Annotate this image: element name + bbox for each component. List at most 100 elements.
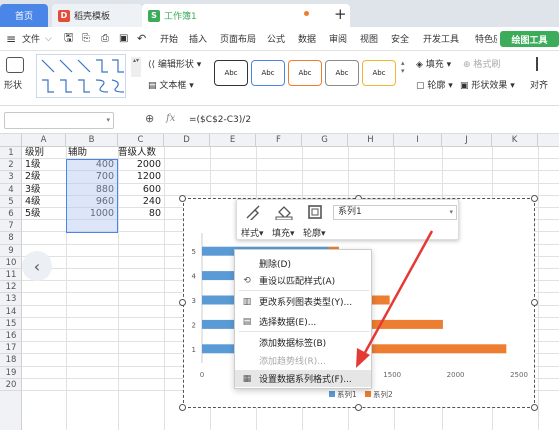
shape-effect-button[interactable]: ▣ 形状效果 ▾ (460, 78, 515, 91)
chevron-down-icon[interactable]: ▾ (106, 116, 110, 124)
fill-bucket-icon[interactable] (275, 204, 293, 220)
fill-button-popup[interactable]: 填充▾ (272, 226, 295, 239)
context-menu-item[interactable]: ▦ 设置数据系列格式(F)... (235, 370, 371, 387)
col-header-c[interactable]: C (118, 134, 164, 147)
menu-start[interactable]: 开始 (160, 32, 178, 45)
line-shapes-gallery[interactable] (36, 54, 126, 98)
shape-label[interactable]: 形状 (4, 78, 22, 91)
cell-header[interactable]: 级别 (25, 147, 65, 159)
resize-handle-b[interactable] (355, 404, 362, 411)
cell[interactable]: 4级 (25, 196, 65, 208)
export-icon[interactable]: ⎘ (82, 33, 90, 44)
col-header-j[interactable]: J (442, 134, 492, 147)
tab-template[interactable]: D 稻壳模板 (52, 4, 142, 27)
style-preset-1[interactable]: Abc (214, 60, 248, 86)
row-header-15[interactable]: 15 (0, 318, 22, 330)
save-icon[interactable]: 🖫 (64, 29, 73, 48)
style-button[interactable]: 样式▾ (241, 226, 264, 239)
row-header-10[interactable]: 10 (0, 257, 22, 269)
menu-review[interactable]: 审阅 (329, 32, 347, 45)
file-menu[interactable]: 文件 (22, 32, 40, 45)
row-header-3[interactable]: 3 (0, 171, 22, 184)
cell[interactable]: 80 (118, 208, 161, 220)
selected-range[interactable] (66, 159, 118, 233)
cell-header[interactable]: 辅助 (68, 147, 115, 159)
row-header-9[interactable]: 9 (0, 245, 22, 257)
name-box[interactable]: ▾ (4, 112, 114, 129)
col-header-a[interactable]: A (22, 134, 66, 147)
outline-button-popup[interactable]: 轮廓▾ (303, 226, 326, 239)
row-header-1[interactable]: 1 (0, 147, 22, 160)
formula-input[interactable]: =($C$2-C3)/2 (189, 112, 557, 129)
fx-icon[interactable]: fx (166, 113, 175, 124)
undo-icon[interactable]: ↶ (137, 32, 146, 45)
row-header-8[interactable]: 8 (0, 232, 22, 245)
col-header-l[interactable] (538, 134, 559, 147)
format-painter-button[interactable]: ⊕ 格式刷 (463, 57, 500, 70)
menu-formula[interactable]: 公式 (267, 32, 285, 45)
row-header-16[interactable]: 16 (0, 330, 22, 343)
edit-shape-button[interactable]: ⟨⟨ 编辑形状 ▾ (148, 57, 201, 70)
row-header-5[interactable]: 5 (0, 196, 22, 208)
menu-data[interactable]: 数据 (298, 32, 316, 45)
print-icon[interactable]: ⎙ (101, 33, 109, 44)
textbox-button[interactable]: ▤ 文本框 ▾ (148, 78, 194, 91)
menu-insert[interactable]: 插入 (189, 32, 207, 45)
col-header-f[interactable]: F (256, 134, 302, 147)
fill-button[interactable]: ◈ 填充 ▾ (416, 57, 451, 70)
row-header-13[interactable]: 13 (0, 293, 22, 306)
resize-handle-l[interactable] (179, 299, 186, 306)
cell[interactable]: 1200 (118, 171, 161, 183)
cell[interactable]: 2级 (25, 171, 65, 183)
style-preset-4[interactable]: Abc (325, 60, 359, 86)
resize-handle-r[interactable] (531, 299, 538, 306)
menu-page-layout[interactable]: 页面布局 (220, 32, 256, 45)
cell[interactable]: 2000 (118, 159, 161, 171)
back-button[interactable]: ‹ (22, 251, 52, 281)
style-preset-3[interactable]: Abc (288, 60, 322, 86)
hamburger-icon[interactable]: ≡ (6, 32, 16, 46)
style-preset-2[interactable]: Abc (251, 60, 285, 86)
resize-handle-br[interactable] (531, 404, 538, 411)
row-header-18[interactable]: 18 (0, 354, 22, 367)
chevron-down-icon[interactable]: ⌵ (45, 34, 52, 44)
cell[interactable]: 5级 (25, 208, 65, 220)
row-header-14[interactable]: 14 (0, 306, 22, 318)
col-header-i[interactable]: I (394, 134, 442, 147)
align-icon[interactable] (536, 57, 552, 71)
cell[interactable]: 1级 (25, 159, 65, 171)
row-header-4[interactable]: 4 (0, 184, 22, 196)
style-preset-5[interactable]: Abc (362, 60, 396, 86)
outline-icon[interactable] (307, 204, 323, 220)
row-header-6[interactable]: 6 (0, 208, 22, 221)
row-header-11[interactable]: 11 (0, 269, 22, 282)
col-header-h[interactable]: H (348, 134, 394, 147)
resize-handle-bl[interactable] (179, 404, 186, 411)
row-header-17[interactable]: 17 (0, 342, 22, 355)
tab-workbook[interactable]: S 工作簿1 (142, 4, 350, 27)
align-label[interactable]: 对齐 (530, 78, 548, 91)
gallery-scroll-icon[interactable]: ▴▾ (131, 57, 141, 77)
row-header-20[interactable]: 20 (0, 379, 22, 391)
outline-button[interactable]: ▢ 轮廓 ▾ (416, 78, 453, 91)
series-select[interactable]: 系列1 ▾ (333, 205, 457, 220)
col-header-e[interactable]: E (210, 134, 256, 147)
shape-icon[interactable] (6, 57, 24, 73)
new-tab-button[interactable]: + (328, 2, 353, 25)
brush-icon[interactable] (245, 204, 261, 220)
col-header-d[interactable]: D (164, 134, 210, 147)
preview-icon[interactable]: ▣ (119, 33, 128, 44)
cell-header[interactable]: 晋级人数 (118, 147, 162, 159)
tab-home[interactable]: 首页 (0, 4, 48, 27)
cell[interactable]: 240 (118, 196, 161, 208)
cell[interactable]: 600 (118, 184, 161, 196)
style-gallery-scroll-icon[interactable]: ▴ ▾ (401, 59, 405, 75)
resize-handle-tl[interactable] (179, 195, 186, 202)
col-header-k[interactable]: K (492, 134, 538, 147)
tab-drawing-tools[interactable]: 绘图工具 (500, 31, 559, 47)
menu-security[interactable]: 安全 (391, 32, 409, 45)
col-header-b[interactable]: B (66, 134, 118, 147)
menu-developer[interactable]: 开发工具 (423, 32, 459, 45)
menu-view[interactable]: 视图 (360, 32, 378, 45)
menu-special[interactable]: 特色应用 (475, 32, 497, 45)
